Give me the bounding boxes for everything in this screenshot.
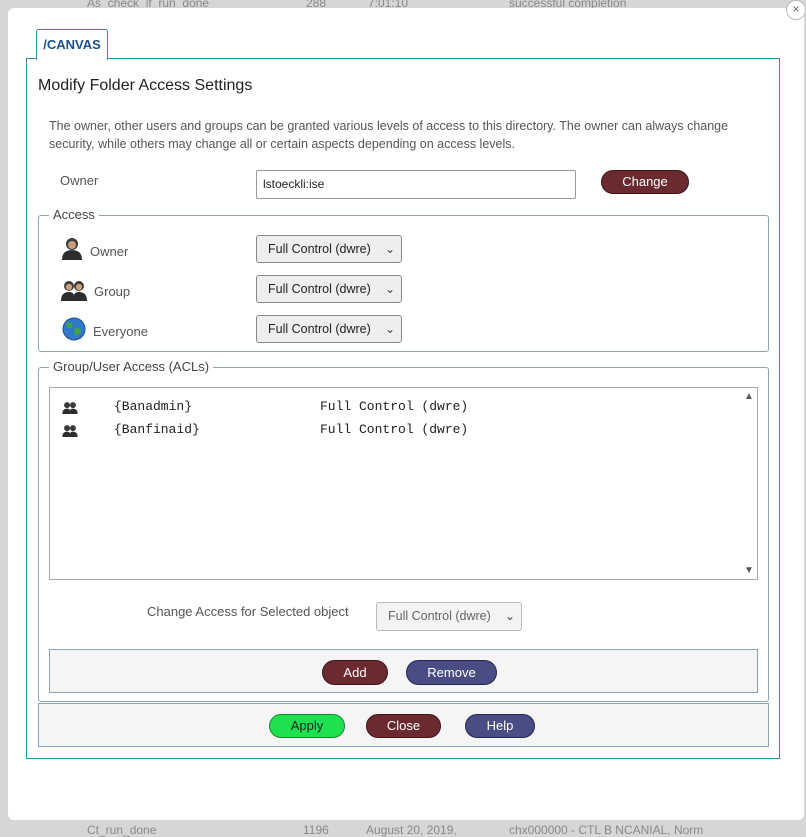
change-access-label: Change Access for Selected object — [147, 604, 349, 619]
dialog-title: Modify Folder Access Settings — [38, 77, 253, 94]
selected-access-select[interactable]: Full Control (dwre) ⌄ — [376, 602, 522, 631]
everyone-access-value: Full Control (dwre) — [268, 322, 371, 336]
acl-scrollbar[interactable]: ▲ ▼ — [741, 388, 757, 579]
tab-canvas[interactable]: /CANVAS — [36, 29, 108, 60]
acl-listbox[interactable]: {Banadmin} Full Control (dwre) {Banfinai… — [49, 387, 758, 580]
acl-entry-permission: Full Control (dwre) — [320, 422, 469, 437]
group-icon — [62, 424, 78, 441]
access-group-label: Group — [94, 284, 131, 299]
background-row-status: chx000000 - CTL B NCANIAL, Norm — [509, 823, 704, 837]
group-access-value: Full Control (dwre) — [268, 282, 371, 296]
help-button[interactable]: Help — [465, 714, 535, 738]
background-row-count: 1196 — [303, 823, 329, 837]
owner-access-select[interactable]: Full Control (dwre) ⌄ — [256, 235, 402, 263]
acl-entry-name: {Banfinaid} — [114, 422, 200, 437]
access-owner-label: Owner — [90, 244, 129, 259]
chevron-down-icon: ⌄ — [384, 322, 395, 336]
apply-button[interactable]: Apply — [269, 714, 345, 738]
change-owner-button[interactable]: Change — [601, 170, 689, 194]
chevron-down-icon: ⌄ — [504, 609, 515, 623]
chevron-down-icon: ⌄ — [384, 242, 395, 256]
everyone-access-select[interactable]: Full Control (dwre) ⌄ — [256, 315, 402, 343]
owner-access-value: Full Control (dwre) — [268, 242, 371, 256]
globe-icon — [62, 317, 86, 346]
owner-label: Owner — [60, 173, 99, 188]
background-row-name: Ct_run_done — [87, 823, 157, 837]
background-row-time: August 20, 2019, — [366, 823, 457, 837]
close-button[interactable]: Close — [366, 714, 441, 738]
add-button[interactable]: Add — [322, 660, 388, 685]
group-icon — [61, 279, 87, 306]
selected-access-value: Full Control (dwre) — [388, 609, 491, 623]
list-item[interactable]: {Banadmin} Full Control (dwre) — [50, 397, 740, 417]
scroll-down-icon[interactable]: ▼ — [744, 565, 754, 576]
acl-entry-name: {Banadmin} — [114, 399, 193, 414]
group-icon — [62, 401, 78, 418]
access-everyone-label: Everyone — [93, 324, 148, 339]
scroll-up-icon[interactable]: ▲ — [744, 391, 754, 402]
acl-entry-permission: Full Control (dwre) — [320, 399, 469, 414]
list-item[interactable]: {Banfinaid} Full Control (dwre) — [50, 420, 740, 440]
acl-button-bar — [49, 649, 758, 693]
remove-button[interactable]: Remove — [406, 660, 497, 685]
chevron-down-icon: ⌄ — [384, 282, 395, 296]
owner-input[interactable]: lstoeckli:ise — [256, 170, 576, 199]
user-icon — [61, 236, 83, 265]
dialog-description: The owner, other users and groups can be… — [49, 119, 729, 151]
group-access-select[interactable]: Full Control (dwre) ⌄ — [256, 275, 402, 303]
dialog-close-button[interactable]: × — [786, 0, 806, 20]
access-legend: Access — [49, 207, 99, 222]
acl-legend: Group/User Access (ACLs) — [49, 359, 214, 374]
